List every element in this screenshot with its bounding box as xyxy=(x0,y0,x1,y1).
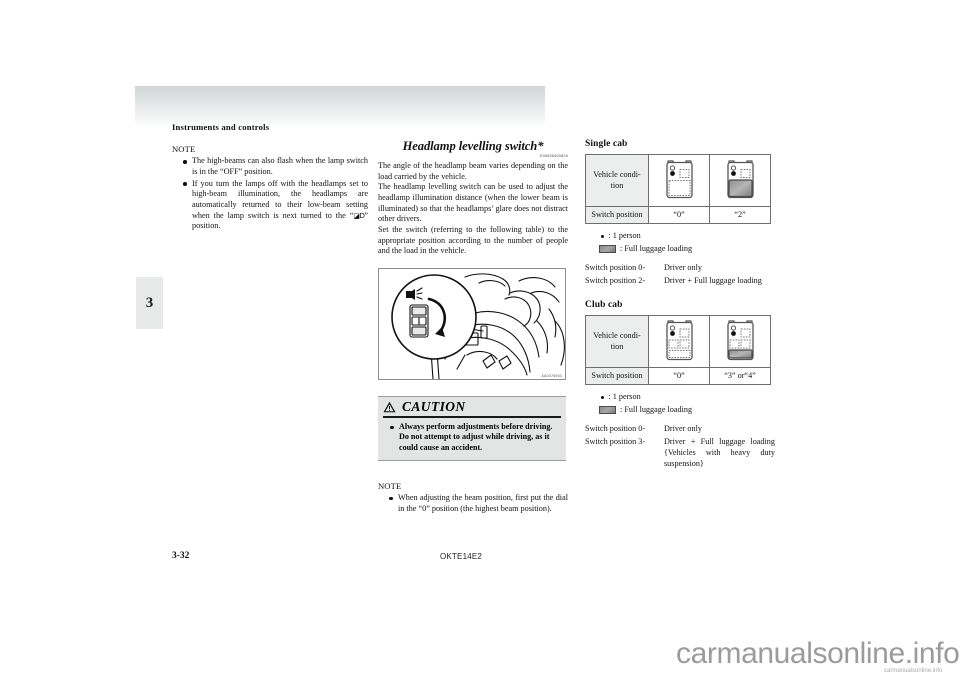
legend-item-person: : 1 person xyxy=(599,391,775,404)
switch-position-value: “3” or“4” xyxy=(709,367,771,386)
figure-code: AA0078953 xyxy=(541,374,562,378)
list-item: When adjusting the beam position, first … xyxy=(389,493,568,514)
switch-position-value: “0” xyxy=(648,367,710,386)
legend-label: : Full luggage loading xyxy=(620,405,693,415)
row-label-switch-position: Switch position xyxy=(585,367,649,386)
caution-bullet-list: Always perform adjustments before drivin… xyxy=(383,422,561,453)
note-label-top: NOTE xyxy=(172,144,196,155)
watermark-main: carmanualsonline.info xyxy=(676,637,960,670)
switch-position-value: “0” xyxy=(648,206,710,225)
club-cab-heading: Club cab xyxy=(585,300,623,311)
legend-item-luggage: : Full luggage loading xyxy=(599,404,775,417)
row-label-switch-position: Switch position xyxy=(585,206,649,225)
left-text-column: Instruments and controls NOTE The high-b… xyxy=(172,122,368,233)
table-row: Switch position “0” “3” or“4” xyxy=(585,367,771,386)
low-beam-headlamp-icon: ◪D xyxy=(353,212,365,221)
section-doc-code: E00506400826 xyxy=(540,154,568,159)
luggage-swatch-icon xyxy=(599,406,616,415)
position-value: Driver only xyxy=(664,262,702,272)
legend-label: : Full luggage loading xyxy=(620,244,693,254)
headlamp-levelling-dial-illustration: AA0078953 xyxy=(378,268,566,380)
page-title: Headlamp levelling switch* xyxy=(402,139,544,153)
warning-triangle-icon xyxy=(383,401,396,413)
caution-bullet-line-1: Always perform adjustments before drivin… xyxy=(399,422,553,431)
switch-position-value: “2” xyxy=(709,206,771,225)
paragraph: The angle of the headlamp beam varies de… xyxy=(378,161,568,181)
vehicle-top-view-icon xyxy=(665,159,693,198)
list-item: Switch position 0- Driver only xyxy=(585,263,775,274)
position-key: Switch position 0- xyxy=(585,262,646,272)
bullet2-prefix: If you turn the lamps off with the headl… xyxy=(192,178,368,220)
list-item: Switch position 2- Driver + Full luggage… xyxy=(585,276,775,287)
vehicle-top-view-icon xyxy=(726,159,754,198)
person-dot-icon xyxy=(601,235,605,239)
club-cab-legend: : 1 person : Full luggage loading xyxy=(585,391,775,416)
legend-item-person: : 1 person xyxy=(599,230,775,243)
paragraph: Set the switch (referring to the followi… xyxy=(378,224,568,256)
person-dot-icon xyxy=(601,396,605,400)
single-cab-heading: Single cab xyxy=(585,139,628,149)
position-value: Driver + Full luggage loading {Vehicles … xyxy=(664,437,775,468)
footer-doc-code: OKTE14E2 xyxy=(440,552,483,561)
single-cab-full-load-icon xyxy=(709,154,771,208)
caution-header: CAUTION xyxy=(383,399,561,418)
watermark-sub: carmanualsonline.info xyxy=(884,668,943,674)
table-row: Switch position “0” “2” xyxy=(585,206,771,225)
single-cab-table: Vehicle condi-tion Switch position “0” “… xyxy=(585,154,771,225)
page-number: 3-32 xyxy=(172,551,190,561)
club-cab-full-load-icon xyxy=(709,315,771,369)
single-cab-position-list: Switch position 0- Driver only Switch po… xyxy=(585,263,775,287)
luggage-swatch-icon xyxy=(599,245,616,254)
running-head: Instruments and controls xyxy=(172,122,270,132)
caution-box: CAUTION Always perform adjustments befor… xyxy=(378,396,566,462)
club-cab-table: Vehicle condi-tion Switch position “0” “… xyxy=(585,315,771,386)
list-item: Always perform adjustments before drivin… xyxy=(390,422,561,453)
note-bullet-list-bottom: When adjusting the beam position, first … xyxy=(378,493,568,514)
position-value: Driver + Full luggage loading xyxy=(664,276,762,286)
paragraph: The headlamp levelling switch can be use… xyxy=(378,182,568,224)
table-row: Vehicle condi-tion xyxy=(585,315,771,369)
note-label-bottom: NOTE xyxy=(378,481,402,491)
note-bullet-list-top: The high-beams can also flash when the l… xyxy=(172,156,368,232)
middle-text-column: Headlamp levelling switch* E00506400826 … xyxy=(378,138,568,257)
club-cab-driver-only-icon xyxy=(648,315,710,369)
club-cab-position-list: Switch position 0- Driver only Switch po… xyxy=(585,424,775,470)
legend-label: : 1 person xyxy=(608,392,641,402)
list-item: The high-beams can also flash when the l… xyxy=(183,156,368,177)
caution-title: CAUTION xyxy=(402,399,466,414)
note-block-bottom: NOTE When adjusting the beam position, f… xyxy=(378,481,568,515)
legend-label: : 1 person xyxy=(608,231,641,241)
single-cab-legend: : 1 person : Full luggage loading xyxy=(585,230,775,255)
position-key: Switch position 3- xyxy=(585,437,646,447)
caution-bullet-line-2: Do not attempt to adjust while driving, … xyxy=(399,432,550,452)
position-key: Switch position 0- xyxy=(585,423,646,433)
vehicle-top-view-icon xyxy=(726,319,754,360)
list-item: Switch position 3- Driver + Full luggage… xyxy=(585,437,775,469)
row-label-vehicle-condition: Vehicle condi-tion xyxy=(585,154,649,208)
vehicle-top-view-icon xyxy=(665,319,693,360)
row-label-vehicle-condition: Vehicle condi-tion xyxy=(585,315,649,369)
table-row: Vehicle condi-tion xyxy=(585,154,771,208)
legend-item-luggage: : Full luggage loading xyxy=(599,243,775,256)
position-key: Switch position 2- xyxy=(585,276,646,286)
chapter-tab-marker: 3 xyxy=(136,277,163,329)
position-value: Driver only xyxy=(664,423,702,433)
list-item: If you turn the lamps off with the headl… xyxy=(183,179,368,232)
right-text-column: Single cab Vehicle condi-tion Switch pos… xyxy=(585,138,775,472)
list-item: Switch position 0- Driver only xyxy=(585,424,775,435)
single-cab-driver-only-icon xyxy=(648,154,710,208)
